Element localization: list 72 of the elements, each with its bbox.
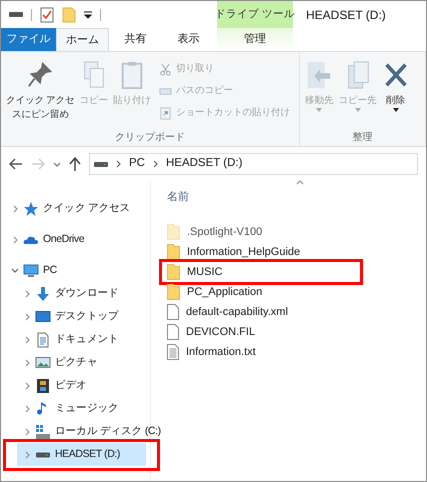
group-label: クリップボード <box>114 130 186 145</box>
chevron-down-icon[interactable] <box>11 268 19 273</box>
disk-icon <box>35 424 51 440</box>
ribbon-tab[interactable]: 表示 <box>162 28 215 51</box>
down-arrow-icon <box>35 286 51 302</box>
back-icon[interactable] <box>9 158 23 170</box>
chevron-right-icon[interactable] <box>24 382 30 390</box>
file-name[interactable]: MUSIC <box>187 264 222 280</box>
chevron-right-icon[interactable] <box>24 312 30 320</box>
nav-item[interactable]: ミュージック <box>17 397 146 420</box>
monitor-icon <box>23 262 39 278</box>
sort-up-icon <box>296 180 304 185</box>
cloud-icon <box>23 236 39 244</box>
drive-icon <box>35 452 51 458</box>
ribbon-tab[interactable]: 共有 <box>109 28 162 51</box>
chevron-right-icon[interactable] <box>152 160 158 168</box>
chevron-right-icon[interactable] <box>24 336 30 344</box>
scissors-icon <box>159 63 172 76</box>
up-icon[interactable] <box>69 157 81 171</box>
file-name[interactable]: Information.txt <box>186 344 256 360</box>
nav-item[interactable]: クイック アクセス <box>5 197 146 220</box>
file-name[interactable]: Information_HelpGuide <box>187 244 300 260</box>
properties-icon[interactable] <box>40 6 54 22</box>
chevron-right-icon[interactable] <box>24 404 30 412</box>
chevron-right-icon[interactable] <box>24 290 30 298</box>
text-file-icon <box>167 344 180 360</box>
file-icon <box>167 324 180 340</box>
nav-item[interactable]: HEADSET (D:) <box>17 443 146 466</box>
file-name[interactable]: default-capability.xml <box>186 304 288 320</box>
file-name[interactable]: .Spotlight-V100 <box>187 224 262 240</box>
address-bar[interactable]: PC HEADSET (D:) <box>89 153 418 175</box>
file-icon <box>167 304 180 320</box>
drive-icon <box>94 162 108 166</box>
breadcrumb[interactable]: HEADSET (D:) <box>166 155 242 173</box>
star-icon <box>23 200 39 216</box>
document-icon <box>35 332 51 348</box>
group-label: 整理 <box>352 131 374 145</box>
ribbon-button[interactable]: クイック アクセ スにピン留め <box>5 60 76 122</box>
dropdown-icon[interactable] <box>84 10 92 18</box>
folder-icon <box>167 284 181 300</box>
breadcrumb[interactable]: PC <box>129 155 145 173</box>
folder-icon <box>167 244 181 260</box>
ribbon-tab[interactable]: ホーム <box>56 28 109 51</box>
folder-icon <box>167 264 181 280</box>
nav-item[interactable]: ピクチャ <box>17 351 146 374</box>
nav-item[interactable]: ビデオ <box>17 374 146 397</box>
desktop-icon <box>35 311 51 322</box>
context-tab-header: ドライブ ツール <box>217 1 293 28</box>
chevron-down-icon[interactable] <box>53 162 61 166</box>
folder-icon <box>167 224 181 240</box>
chevron-right-icon[interactable] <box>12 236 18 244</box>
chevron-right-icon[interactable] <box>12 204 18 212</box>
ribbon-tab[interactable]: ファイル <box>1 28 56 51</box>
column-header[interactable]: 名前 <box>167 186 426 208</box>
file-name[interactable]: PC_Application <box>187 284 262 300</box>
nav-item[interactable]: ローカル ディスク (C:) <box>17 420 161 443</box>
file-name[interactable]: DEVICON.FIL <box>186 324 256 340</box>
nav-item[interactable]: ダウンロード <box>17 282 146 305</box>
picture-icon <box>35 357 51 368</box>
film-icon <box>35 378 51 394</box>
nav-item[interactable]: デスクトップ <box>17 305 146 328</box>
nav-item[interactable]: OneDrive <box>5 228 146 251</box>
window-title: HEADSET (D:) <box>306 6 386 24</box>
nav-item[interactable]: PC <box>5 259 146 282</box>
ribbon-tab[interactable]: 管理 <box>217 28 293 51</box>
ribbon-button[interactable]: 削除 <box>380 60 410 112</box>
chevron-right-icon[interactable] <box>24 358 30 366</box>
chevron-right-icon[interactable] <box>24 428 30 436</box>
folder-icon[interactable] <box>62 6 76 22</box>
chevron-right-icon[interactable] <box>116 160 121 168</box>
nav-item[interactable]: ドキュメント <box>17 328 146 351</box>
shortcut-icon <box>159 107 172 120</box>
